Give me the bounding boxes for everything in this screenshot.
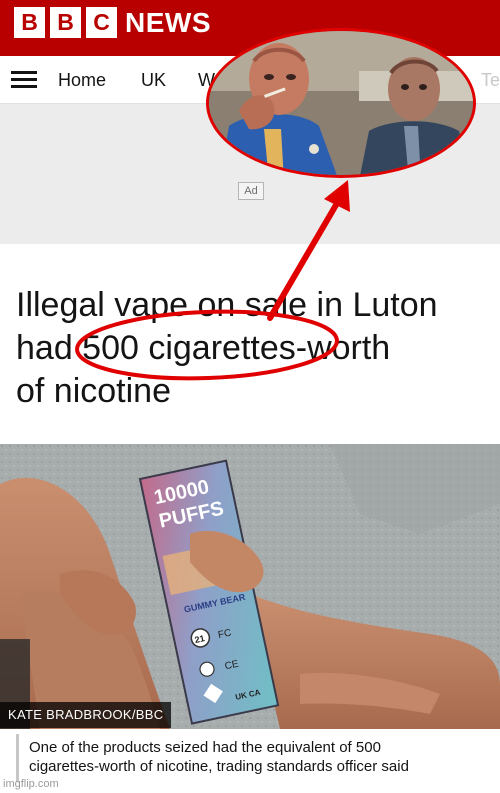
imgflip-watermark: imgflip.com (3, 778, 59, 790)
news-wordmark: NEWS (125, 7, 211, 38)
nav-item-uk[interactable]: UK (141, 70, 166, 90)
bbc-logo-block-b2: B (50, 7, 81, 38)
photo-caption: One of the products seized had the equiv… (29, 738, 499, 776)
nav-item-home[interactable]: Home (58, 70, 106, 90)
hamburger-menu-icon[interactable] (11, 71, 37, 89)
headline-line-3: of nicotine (16, 372, 171, 410)
meme-overlay-thumbnail (206, 28, 476, 178)
nav-item-faded[interactable]: Te (481, 70, 500, 90)
photo-caption-block: One of the products seized had the equiv… (16, 734, 496, 782)
product-age-mark: 21 (194, 633, 206, 645)
alien-characters-image (209, 31, 473, 175)
bbc-logo-block-b1: B (14, 7, 45, 38)
caption-line-2: cigarettes-worth of nicotine, trading st… (29, 758, 409, 775)
bbc-logo-block-c: C (86, 7, 117, 38)
article-headline: Illegal vape on sale in Luton had 500 ci… (16, 284, 496, 413)
headline-line-2: had 500 cigarettes-worth (16, 329, 391, 367)
article-photo[interactable]: 10000 PUFFS GUMMY BEAR 21 FC CE UK CA KA… (0, 444, 500, 729)
caption-line-1: One of the products seized had the equiv… (29, 739, 381, 756)
headline-line-1: Illegal vape on sale in Luton (16, 286, 438, 324)
bbc-logo[interactable]: B B C (14, 7, 117, 38)
vape-photo-illustration: 10000 PUFFS GUMMY BEAR 21 FC CE UK CA (0, 444, 500, 729)
photo-credit: KATE BRADBROOK/BBC (0, 702, 172, 728)
ad-label: Ad (238, 182, 264, 200)
